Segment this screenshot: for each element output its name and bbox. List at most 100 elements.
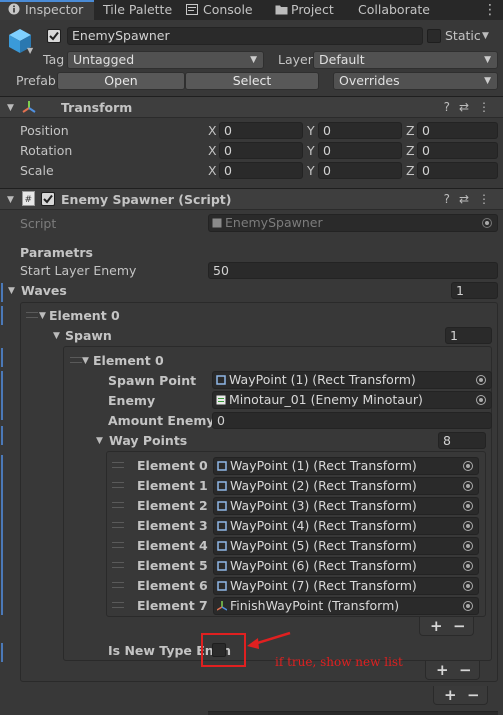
axis-x-label[interactable]: X — [208, 123, 217, 139]
rotation-y-field[interactable]: 0 — [318, 142, 402, 159]
rotation-x-field[interactable]: 0 — [219, 142, 303, 159]
drag-handle-icon[interactable] — [26, 312, 38, 318]
object-picker-icon[interactable] — [463, 501, 473, 511]
add-element-button[interactable]: + — [444, 687, 457, 703]
layer-dropdown[interactable]: Default ▼ — [313, 51, 498, 69]
axis-y-label[interactable]: Y — [307, 143, 315, 159]
axis-z-label[interactable]: Z — [406, 143, 415, 159]
tab-collaborate[interactable]: Collaborate — [358, 0, 430, 20]
foldout-arrow-icon[interactable]: ▼ — [7, 192, 14, 208]
waypoints-label[interactable]: Way Points — [109, 433, 187, 449]
spawn-foldout-icon[interactable]: ▼ — [53, 328, 60, 344]
object-picker-icon[interactable] — [463, 601, 473, 611]
spawn-point-field[interactable]: WayPoint (1) (Rect Transform) — [212, 371, 492, 389]
rotation-z-field[interactable]: 0 — [417, 142, 498, 159]
drag-handle-icon[interactable] — [112, 582, 124, 588]
drag-handle-icon[interactable] — [112, 502, 124, 508]
axis-z-label[interactable]: Z — [406, 163, 415, 179]
enemy-field[interactable]: Minotaur_01 (Enemy Minotaur) — [212, 391, 492, 409]
drag-handle-icon[interactable] — [112, 482, 124, 488]
drag-handle-icon[interactable] — [112, 462, 124, 468]
tab-tile-palette[interactable]: Tile Palette — [103, 0, 172, 20]
waves-label[interactable]: Waves — [21, 283, 67, 299]
axis-x-label[interactable]: X — [208, 163, 217, 179]
scale-z-field[interactable]: 0 — [417, 162, 498, 179]
position-z-field[interactable]: 0 — [417, 122, 498, 139]
context-menu-icon[interactable]: ⋮ — [478, 100, 499, 114]
position-x-field[interactable]: 0 — [219, 122, 303, 139]
axis-z-label[interactable]: Z — [406, 123, 415, 139]
spawn-size-field[interactable]: 1 — [445, 327, 492, 344]
waypoint-field[interactable]: WayPoint (7) (Rect Transform) — [213, 577, 479, 595]
spawn-element-label[interactable]: Element 0 — [93, 353, 164, 369]
object-picker-icon[interactable] — [476, 375, 486, 385]
start-layer-field[interactable]: 50 — [208, 262, 498, 279]
object-picker-icon[interactable] — [463, 561, 473, 571]
tab-inspector-label[interactable]: Inspector — [8, 0, 83, 20]
drag-handle-icon[interactable] — [112, 522, 124, 528]
element-foldout-icon[interactable]: ▼ — [39, 308, 46, 324]
waypoint-field[interactable]: WayPoint (1) (Rect Transform) — [213, 457, 479, 475]
spawn-label[interactable]: Spawn — [65, 328, 112, 344]
tab-console[interactable]: Console — [186, 0, 253, 20]
position-y-field[interactable]: 0 — [318, 122, 402, 139]
script-enabled-checkbox[interactable] — [41, 192, 55, 206]
axis-x-label[interactable]: X — [208, 143, 217, 159]
icon-dropdown-arrow-icon[interactable]: ▼ — [27, 46, 33, 55]
tag-dropdown[interactable]: Untagged ▼ — [67, 51, 264, 69]
object-picker-icon[interactable] — [463, 521, 473, 531]
spawn-point-label: Spawn Point — [108, 373, 197, 388]
remove-element-button[interactable]: − — [459, 662, 472, 678]
gameobject-active-checkbox[interactable] — [47, 29, 61, 43]
amount-enemy-field[interactable]: 0 — [212, 412, 492, 429]
presets-icon[interactable]: ⇄ — [459, 192, 478, 206]
help-icon[interactable]: ? — [444, 100, 459, 114]
waypoint-field[interactable]: WayPoint (3) (Rect Transform) — [213, 497, 479, 515]
object-picker-icon[interactable] — [476, 395, 486, 405]
element-foldout-icon[interactable]: ▼ — [82, 353, 89, 369]
help-icon[interactable]: ? — [444, 192, 459, 206]
waypoints-foldout-icon[interactable]: ▼ — [96, 433, 103, 449]
drag-handle-icon[interactable] — [112, 562, 124, 568]
prefab-select-button[interactable]: Select — [185, 72, 319, 90]
prefab-open-button[interactable]: Open — [57, 72, 185, 90]
object-picker-icon[interactable] — [463, 481, 473, 491]
waypoint-field[interactable]: WayPoint (5) (Rect Transform) — [213, 537, 479, 555]
add-element-button[interactable]: + — [436, 662, 449, 678]
transform-header[interactable]: ▼ Transform ?⇄⋮ — [0, 96, 503, 118]
waypoints-size-field[interactable]: 8 — [438, 432, 486, 449]
object-picker-icon[interactable] — [463, 581, 473, 591]
waves-size-field[interactable]: 1 — [451, 282, 498, 299]
tab-project[interactable]: Project — [275, 0, 334, 20]
waypoint-field[interactable]: FinishWayPoint (Transform) — [213, 597, 479, 615]
add-element-button[interactable]: + — [430, 618, 443, 634]
waves-foldout-icon[interactable]: ▼ — [8, 283, 15, 299]
enemy-label: Enemy — [108, 393, 156, 408]
scale-x-field[interactable]: 0 — [219, 162, 303, 179]
wave-element-label[interactable]: Element 0 — [49, 308, 120, 324]
presets-icon[interactable]: ⇄ — [459, 100, 478, 114]
axis-y-label[interactable]: Y — [307, 163, 315, 179]
drag-handle-icon[interactable] — [112, 602, 124, 608]
panel-menu-icon[interactable]: ⋮ — [483, 3, 497, 17]
drag-handle-icon[interactable] — [70, 357, 82, 363]
rect-transform-icon — [217, 501, 227, 511]
waypoint-field[interactable]: WayPoint (6) (Rect Transform) — [213, 557, 479, 575]
object-picker-icon[interactable] — [463, 461, 473, 471]
script-component-header[interactable]: ▼ # Enemy Spawner (Script) ?⇄⋮ — [0, 188, 503, 210]
waypoint-field[interactable]: WayPoint (2) (Rect Transform) — [213, 477, 479, 495]
override-indicator — [1, 348, 3, 367]
foldout-arrow-icon[interactable]: ▼ — [7, 100, 14, 116]
prefab-overrides-dropdown[interactable]: Overrides ▼ — [333, 72, 498, 90]
object-picker-icon[interactable] — [463, 541, 473, 551]
static-checkbox[interactable] — [427, 29, 441, 43]
remove-element-button[interactable]: − — [453, 618, 466, 634]
context-menu-icon[interactable]: ⋮ — [478, 192, 499, 206]
waypoint-field[interactable]: WayPoint (4) (Rect Transform) — [213, 517, 479, 535]
static-dropdown-arrow-icon[interactable]: ▼ — [482, 28, 489, 44]
drag-handle-icon[interactable] — [112, 542, 124, 548]
gameobject-name-field[interactable]: EnemySpawner — [67, 27, 423, 45]
scale-y-field[interactable]: 0 — [318, 162, 402, 179]
remove-element-button[interactable]: − — [467, 687, 480, 703]
axis-y-label[interactable]: Y — [307, 123, 315, 139]
